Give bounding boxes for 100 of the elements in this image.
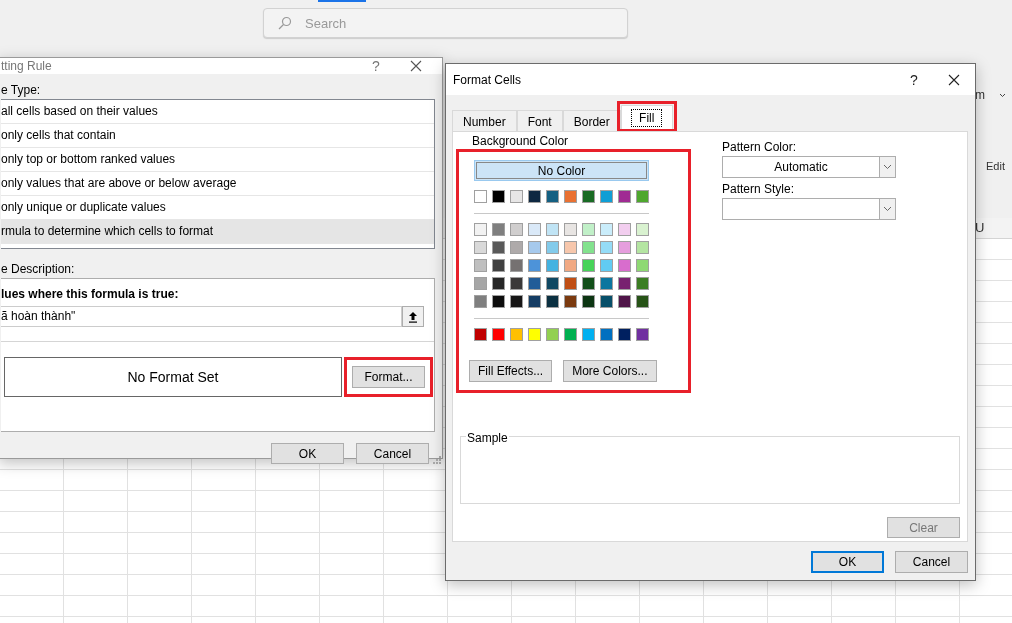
color-swatch[interactable] bbox=[600, 241, 613, 254]
color-swatch[interactable] bbox=[546, 259, 559, 272]
color-swatch[interactable] bbox=[528, 295, 541, 308]
color-swatch[interactable] bbox=[618, 295, 631, 308]
color-swatch[interactable] bbox=[528, 190, 541, 203]
color-swatch[interactable] bbox=[510, 259, 523, 272]
rule-type-item[interactable]: only values that are above or below average bbox=[1, 172, 434, 196]
color-swatch[interactable] bbox=[582, 259, 595, 272]
resize-grip-icon[interactable] bbox=[433, 456, 441, 464]
color-swatch[interactable] bbox=[600, 190, 613, 203]
color-swatch[interactable] bbox=[564, 277, 577, 290]
color-swatch[interactable] bbox=[492, 328, 505, 341]
rule-type-item[interactable]: all cells based on their values bbox=[1, 100, 434, 124]
tab[interactable]: Number bbox=[452, 110, 517, 132]
color-swatch[interactable] bbox=[582, 277, 595, 290]
color-swatch[interactable] bbox=[618, 190, 631, 203]
caret-icon[interactable] bbox=[999, 92, 1006, 98]
dropdown[interactable]: Automatic bbox=[722, 156, 896, 178]
color-swatch[interactable] bbox=[600, 295, 613, 308]
color-swatch[interactable] bbox=[618, 328, 631, 341]
color-swatch[interactable] bbox=[600, 328, 613, 341]
close-icon[interactable] bbox=[948, 73, 960, 86]
color-swatch[interactable] bbox=[582, 328, 595, 341]
dialog-button[interactable]: Cancel bbox=[356, 443, 429, 464]
color-swatch[interactable] bbox=[636, 328, 649, 341]
color-swatch[interactable] bbox=[618, 259, 631, 272]
section-label: e Description: bbox=[1, 262, 76, 278]
color-swatch[interactable] bbox=[564, 241, 577, 254]
color-swatch[interactable] bbox=[510, 295, 523, 308]
color-swatch[interactable] bbox=[636, 190, 649, 203]
color-swatch[interactable] bbox=[582, 190, 595, 203]
color-swatch[interactable] bbox=[492, 259, 505, 272]
help-button[interactable]: ? bbox=[372, 58, 386, 74]
tab[interactable]: Border bbox=[562, 110, 621, 132]
color-swatch[interactable] bbox=[636, 295, 649, 308]
dialog-button[interactable]: OK bbox=[271, 443, 344, 464]
color-swatch[interactable] bbox=[600, 277, 613, 290]
color-swatch[interactable] bbox=[474, 223, 487, 236]
color-swatch[interactable] bbox=[600, 223, 613, 236]
color-swatch[interactable] bbox=[636, 259, 649, 272]
color-swatch[interactable] bbox=[546, 241, 559, 254]
color-swatch[interactable] bbox=[582, 223, 595, 236]
color-swatch[interactable] bbox=[618, 223, 631, 236]
color-swatch[interactable] bbox=[492, 277, 505, 290]
color-swatch[interactable] bbox=[528, 223, 541, 236]
no-color-button[interactable]: No Color bbox=[474, 160, 649, 181]
formula-field[interactable]: ã hoàn thành" bbox=[1, 306, 402, 327]
color-swatch[interactable] bbox=[564, 190, 577, 203]
color-swatch[interactable] bbox=[546, 328, 559, 341]
color-swatch[interactable] bbox=[510, 190, 523, 203]
collapse-button[interactable] bbox=[402, 306, 424, 327]
color-swatch[interactable] bbox=[492, 241, 505, 254]
color-swatch[interactable] bbox=[510, 223, 523, 236]
color-swatch[interactable] bbox=[546, 295, 559, 308]
dropdown[interactable] bbox=[722, 198, 896, 220]
color-swatch[interactable] bbox=[564, 295, 577, 308]
tab[interactable]: Font bbox=[516, 110, 563, 132]
color-swatch[interactable] bbox=[564, 259, 577, 272]
color-swatch[interactable] bbox=[582, 241, 595, 254]
color-swatch[interactable] bbox=[600, 259, 613, 272]
color-swatch[interactable] bbox=[636, 223, 649, 236]
color-swatch[interactable] bbox=[492, 295, 505, 308]
color-swatch[interactable] bbox=[474, 328, 487, 341]
color-swatch[interactable] bbox=[492, 190, 505, 203]
color-swatch[interactable] bbox=[546, 190, 559, 203]
rule-type-item[interactable]: only top or bottom ranked values bbox=[1, 148, 434, 172]
search-field[interactable]: Search bbox=[263, 8, 628, 38]
dialog-button[interactable]: Fill Effects... bbox=[469, 360, 553, 382]
color-swatch[interactable] bbox=[510, 241, 523, 254]
color-swatch[interactable] bbox=[528, 277, 541, 290]
color-swatch[interactable] bbox=[564, 223, 577, 236]
color-swatch[interactable] bbox=[582, 295, 595, 308]
color-swatch[interactable] bbox=[528, 241, 541, 254]
color-swatch[interactable] bbox=[546, 223, 559, 236]
close-icon[interactable] bbox=[410, 60, 422, 72]
color-swatch[interactable] bbox=[474, 190, 487, 203]
color-swatch[interactable] bbox=[618, 241, 631, 254]
color-swatch[interactable] bbox=[528, 328, 541, 341]
color-swatch[interactable] bbox=[474, 259, 487, 272]
color-swatch[interactable] bbox=[636, 277, 649, 290]
color-swatch[interactable] bbox=[474, 277, 487, 290]
rule-type-item[interactable]: only cells that contain bbox=[1, 124, 434, 148]
section-label: Background Color bbox=[472, 134, 570, 149]
tab[interactable]: Fill bbox=[620, 105, 673, 129]
color-swatch[interactable] bbox=[636, 241, 649, 254]
color-swatch[interactable] bbox=[528, 259, 541, 272]
dialog-button[interactable]: OK bbox=[811, 551, 884, 573]
dialog-button[interactable]: More Colors... bbox=[563, 360, 657, 382]
dialog-button[interactable]: Cancel bbox=[895, 551, 968, 573]
format-button[interactable]: Format... bbox=[352, 366, 425, 388]
color-swatch[interactable] bbox=[546, 277, 559, 290]
rule-type-item[interactable]: rmula to determine which cells to format bbox=[1, 220, 434, 244]
color-swatch[interactable] bbox=[618, 277, 631, 290]
help-button[interactable]: ? bbox=[910, 71, 924, 88]
color-swatch[interactable] bbox=[492, 223, 505, 236]
color-swatch[interactable] bbox=[510, 328, 523, 341]
color-swatch[interactable] bbox=[564, 328, 577, 341]
color-swatch[interactable] bbox=[474, 295, 487, 308]
color-swatch[interactable] bbox=[474, 241, 487, 254]
color-swatch[interactable] bbox=[510, 277, 523, 290]
